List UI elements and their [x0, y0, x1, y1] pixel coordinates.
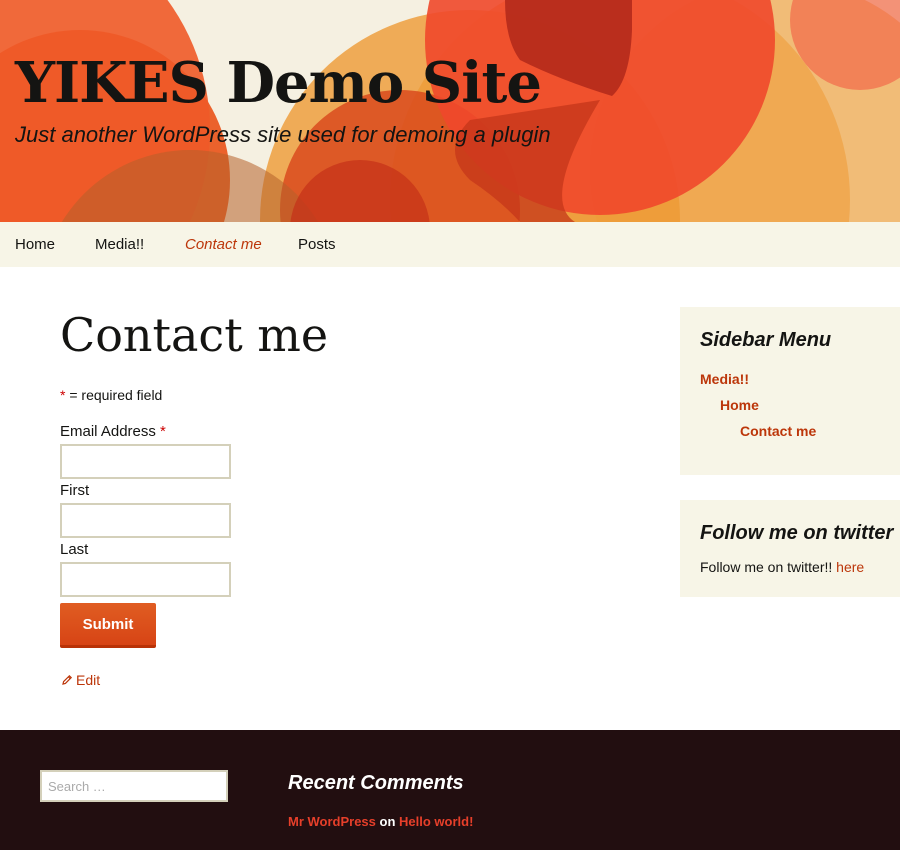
- twitter-text: Follow me on twitter!!: [700, 559, 837, 575]
- recent-comment-item: Mr WordPress on Hello world!: [288, 814, 473, 829]
- nav-item-contact-me[interactable]: Contact me: [185, 236, 262, 253]
- edit-label: Edit: [76, 672, 101, 688]
- edit-link[interactable]: Edit: [61, 672, 100, 688]
- site-header: YIKES Demo Site Just another WordPress s…: [0, 0, 900, 222]
- submit-button[interactable]: Submit: [60, 603, 156, 648]
- last-name-field[interactable]: [60, 562, 231, 597]
- comment-connector: on: [375, 814, 400, 829]
- site-footer: Recent Comments Mr WordPress on Hello wo…: [0, 730, 900, 850]
- nav-item-home[interactable]: Home: [15, 236, 55, 253]
- sidebar-item-home[interactable]: Home: [720, 397, 759, 413]
- email-address-label-text: Email Address: [60, 423, 156, 440]
- comment-post-link[interactable]: Hello world!: [399, 814, 473, 829]
- twitter-widget: Follow me on twitter Follow me on twitte…: [680, 500, 900, 597]
- required-star: *: [160, 423, 166, 440]
- email-address-field[interactable]: [60, 444, 231, 479]
- required-note-text: = required field: [65, 387, 163, 403]
- sidebar-menu-title: Sidebar Menu: [700, 329, 832, 351]
- sidebar-menu-widget: Sidebar Menu Media!! Home Contact me: [680, 307, 900, 475]
- last-name-label: Last: [60, 541, 89, 558]
- email-address-label: Email Address *: [60, 423, 166, 440]
- first-name-field[interactable]: [60, 503, 231, 538]
- sidebar-item-media[interactable]: Media!!: [700, 371, 749, 387]
- twitter-widget-title: Follow me on twitter: [700, 522, 894, 544]
- sidebar-item-contact-me[interactable]: Contact me: [740, 423, 816, 439]
- search-input[interactable]: [40, 770, 228, 802]
- first-name-label: First: [60, 482, 90, 499]
- twitter-widget-text: Follow me on twitter!! here: [700, 559, 864, 575]
- site-title[interactable]: YIKES Demo Site: [15, 50, 542, 116]
- comment-author-link[interactable]: Mr WordPress: [288, 814, 376, 829]
- twitter-here-link[interactable]: here: [836, 559, 864, 575]
- page-title: Contact me: [60, 308, 329, 362]
- pencil-icon: [62, 674, 73, 685]
- site-description: Just another WordPress site used for dem…: [15, 122, 551, 147]
- nav-item-media[interactable]: Media!!: [95, 236, 144, 253]
- main-navigation: Home Media!! Contact me Posts: [0, 222, 900, 267]
- nav-item-posts[interactable]: Posts: [298, 236, 336, 253]
- recent-comments-title: Recent Comments: [288, 772, 464, 794]
- required-field-note: * = required field: [60, 387, 162, 403]
